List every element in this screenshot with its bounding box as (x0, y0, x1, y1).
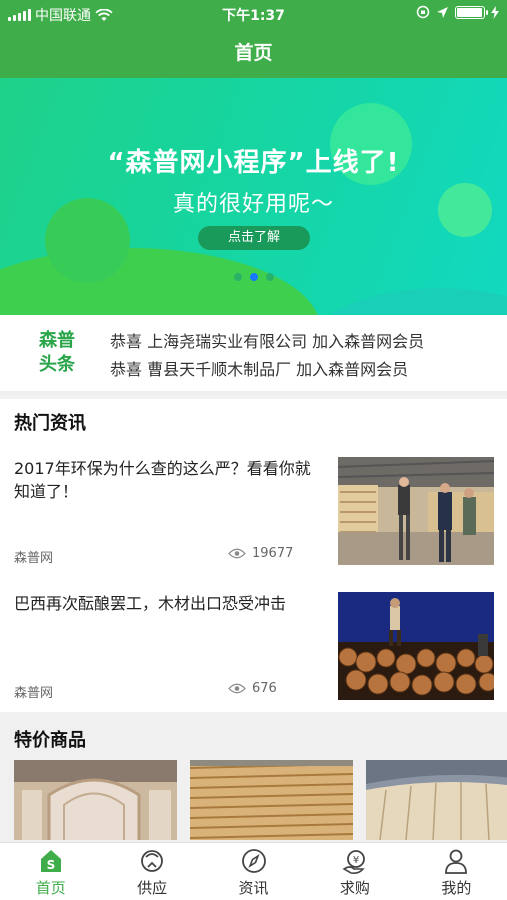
profile-icon (445, 849, 468, 874)
purchase-icon: ¥ (342, 850, 365, 874)
headline-ticker[interactable]: 森普 头条 恭喜 上海尧瑞实业有限公司 加入森普网会员 恭喜 曹县天千顺木制品厂… (0, 315, 507, 395)
bottom-tab-bar: S 首页 供应 资讯 ¥ 求购 我的 (0, 842, 507, 900)
specials-title: 特价商品 (14, 730, 86, 751)
news-article[interactable]: 巴西再次酝酿罢工，木材出口恐受冲击 森普网 676 (0, 592, 507, 702)
tab-home[interactable]: S 首页 (0, 843, 101, 900)
eye-icon (228, 683, 246, 694)
carousel-dot[interactable] (233, 273, 242, 281)
carousel-dot-active[interactable] (249, 273, 258, 281)
tab-label: 供应 (137, 879, 168, 897)
article-views: 676 (252, 681, 277, 696)
carousel-indicator[interactable] (0, 273, 507, 281)
article-source: 森普网 (14, 551, 54, 566)
location-icon (437, 6, 448, 18)
home-icon: S (40, 850, 61, 872)
carousel-dot[interactable] (265, 273, 274, 281)
charging-icon (491, 5, 499, 19)
hot-news-section: 热门资讯 2017年环保为什么查的这么严？看看你就知道了！ 森普网 19677 (0, 399, 507, 712)
svg-text:S: S (46, 858, 55, 872)
supply-icon (141, 850, 164, 872)
tab-purchase[interactable]: ¥ 求购 (304, 843, 405, 900)
status-bar: 中国联通 下午1:37 (0, 0, 507, 26)
hot-news-title: 热门资讯 (14, 413, 86, 434)
rotation-lock-icon (416, 5, 430, 19)
top-bar: 中国联通 下午1:37 首页 (0, 0, 507, 78)
ticker-item[interactable]: 恭喜 上海尧瑞实业有限公司 加入森普网会员 (110, 328, 424, 356)
article-thumbnail[interactable] (338, 592, 494, 700)
product-card[interactable] (190, 760, 353, 840)
article-source: 森普网 (14, 686, 54, 701)
compass-icon (241, 849, 266, 873)
article-thumbnail[interactable] (338, 457, 494, 565)
tab-news[interactable]: 资讯 (203, 843, 304, 900)
headline-logo: 森普 头条 (35, 329, 79, 377)
headline-logo-line2: 头条 (39, 354, 75, 375)
tab-label: 我的 (441, 879, 472, 897)
tab-label: 求购 (339, 879, 370, 897)
product-card[interactable] (14, 760, 177, 840)
tab-label: 资讯 (238, 879, 269, 897)
article-title[interactable]: 巴西再次酝酿罢工，木材出口恐受冲击 (14, 592, 314, 615)
promo-banner[interactable]: “森普网小程序”上线了! 真的很好用呢～ 点击了解 (0, 78, 507, 315)
battery-icon (455, 5, 488, 19)
svg-text:¥: ¥ (353, 855, 359, 866)
eye-icon (228, 548, 246, 559)
banner-subline: 真的很好用呢～ (172, 192, 334, 217)
news-article[interactable]: 2017年环保为什么查的这么严？看看你就知道了！ 森普网 19677 (0, 457, 507, 567)
tab-supply[interactable]: 供应 (101, 843, 202, 900)
banner-cta-button[interactable]: 点击了解 (198, 226, 310, 250)
article-title[interactable]: 2017年环保为什么查的这么严？看看你就知道了！ (14, 457, 314, 503)
article-views: 19677 (252, 546, 294, 561)
specials-section: 特价商品 (0, 712, 507, 842)
banner-headline: “森普网小程序”上线了! (107, 148, 400, 178)
ticker-item[interactable]: 恭喜 曹县天千顺木制品厂 加入森普网会员 (110, 356, 424, 384)
headline-logo-line1: 森普 (39, 330, 75, 351)
tab-label: 首页 (35, 879, 66, 897)
product-card[interactable] (366, 760, 507, 840)
tab-profile[interactable]: 我的 (406, 843, 507, 900)
page-title: 首页 (234, 42, 273, 64)
